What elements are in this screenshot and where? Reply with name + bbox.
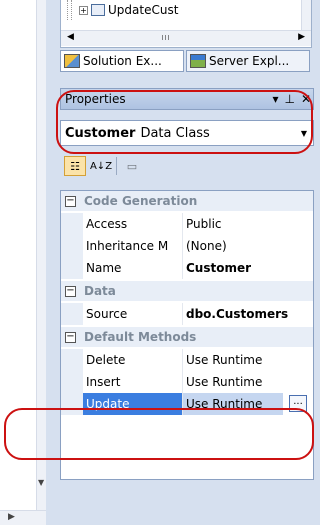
- property-name: Insert: [83, 371, 183, 393]
- alphabetical-icon: A↓Z: [89, 160, 113, 172]
- collapse-icon[interactable]: −: [65, 285, 76, 297]
- ellipsis-button[interactable]: ...: [289, 395, 307, 412]
- property-pages-button[interactable]: ▭: [121, 156, 143, 176]
- property-pages-icon: ▭: [126, 159, 138, 173]
- property-row-insert[interactable]: Insert Use Runtime: [61, 371, 313, 393]
- tool-window-tabs: Solution Ex... Server Expl...: [60, 50, 312, 74]
- properties-toolbar: ☷ A↓Z ▭: [60, 152, 314, 180]
- tree-vertical-scrollbar[interactable]: [301, 0, 311, 30]
- category-data[interactable]: − Data: [61, 281, 313, 301]
- property-grid: − Code Generation Access Public Inherita…: [60, 190, 314, 480]
- tab-solution-explorer[interactable]: Solution Ex...: [60, 50, 184, 72]
- property-row-update[interactable]: Update Use Runtime ...: [61, 393, 313, 415]
- solution-explorer-icon: [64, 54, 80, 68]
- object-type: Data Class: [140, 125, 210, 141]
- window-position-icon[interactable]: ▾: [272, 92, 278, 106]
- category-code-generation[interactable]: − Code Generation: [61, 191, 313, 211]
- property-row-inheritance[interactable]: Inheritance M (None): [61, 235, 313, 257]
- scroll-left-icon[interactable]: ◀: [67, 32, 74, 42]
- tree-horizontal-scrollbar[interactable]: ◀ III ▶: [61, 30, 311, 46]
- category-label: Code Generation: [84, 194, 198, 208]
- property-row-name[interactable]: Name Customer: [61, 257, 313, 279]
- tab-server-explorer[interactable]: Server Expl...: [186, 50, 310, 72]
- property-value[interactable]: Public: [183, 213, 222, 235]
- property-name: Inheritance M: [83, 235, 183, 257]
- properties-title-bar[interactable]: Properties ▾ ⊥ ✕: [60, 88, 314, 110]
- property-row-delete[interactable]: Delete Use Runtime: [61, 349, 313, 371]
- tool-window-area: + UpdateCust ◀ III ▶ Solution Ex... Serv…: [60, 0, 320, 525]
- tab-label: Server Expl...: [209, 54, 290, 68]
- property-value[interactable]: Use Runtime: [183, 393, 283, 415]
- toolbar-separator: [116, 157, 117, 175]
- alphabetical-button[interactable]: A↓Z: [90, 156, 112, 176]
- editor-vertical-scrollbar[interactable]: ▼: [36, 0, 46, 510]
- property-value[interactable]: (None): [183, 235, 227, 257]
- collapse-icon[interactable]: −: [65, 195, 76, 207]
- expand-icon[interactable]: +: [79, 5, 88, 15]
- category-default-methods[interactable]: − Default Methods: [61, 327, 313, 347]
- tree-item-label: UpdateCust: [108, 3, 179, 17]
- property-name: Delete: [83, 349, 183, 371]
- solution-tree: + UpdateCust ◀ III ▶: [60, 0, 312, 48]
- properties-title: Properties: [65, 92, 126, 106]
- category-label: Default Methods: [84, 330, 197, 344]
- class-icon: [91, 4, 105, 16]
- categorized-button[interactable]: ☷: [64, 156, 86, 176]
- category-label: Data: [84, 284, 116, 298]
- property-name: Name: [83, 257, 183, 279]
- scroll-thumb-grip[interactable]: III: [136, 34, 196, 43]
- categorized-icon: ☷: [70, 159, 80, 173]
- dropdown-arrow-icon[interactable]: ▼: [301, 129, 307, 138]
- close-icon[interactable]: ✕: [301, 92, 311, 106]
- pane-splitter[interactable]: [46, 0, 60, 525]
- scroll-down-icon[interactable]: ▼: [38, 478, 44, 487]
- pin-icon[interactable]: ⊥: [284, 92, 294, 106]
- property-name: Update: [83, 393, 183, 415]
- property-value[interactable]: Use Runtime: [183, 371, 262, 393]
- object-name: Customer: [65, 125, 136, 141]
- property-value[interactable]: Customer: [183, 257, 251, 279]
- scroll-right-icon[interactable]: ▶: [298, 32, 305, 42]
- property-row-access[interactable]: Access Public: [61, 213, 313, 235]
- property-row-source[interactable]: Source dbo.Customers: [61, 303, 313, 325]
- server-explorer-icon: [190, 54, 206, 68]
- code-editor-pane: ▼ ▶: [0, 0, 46, 525]
- property-name: Source: [83, 303, 183, 325]
- editor-horizontal-scrollbar[interactable]: ▶: [0, 510, 46, 525]
- object-selector-dropdown[interactable]: Customer Data Class ▼: [60, 120, 314, 146]
- collapse-icon[interactable]: −: [65, 331, 76, 343]
- property-value[interactable]: dbo.Customers: [183, 303, 288, 325]
- property-name: Access: [83, 213, 183, 235]
- property-value[interactable]: Use Runtime: [183, 349, 262, 371]
- tab-label: Solution Ex...: [83, 54, 162, 68]
- scroll-right-icon[interactable]: ▶: [8, 512, 15, 522]
- tree-item[interactable]: + UpdateCust: [79, 0, 178, 20]
